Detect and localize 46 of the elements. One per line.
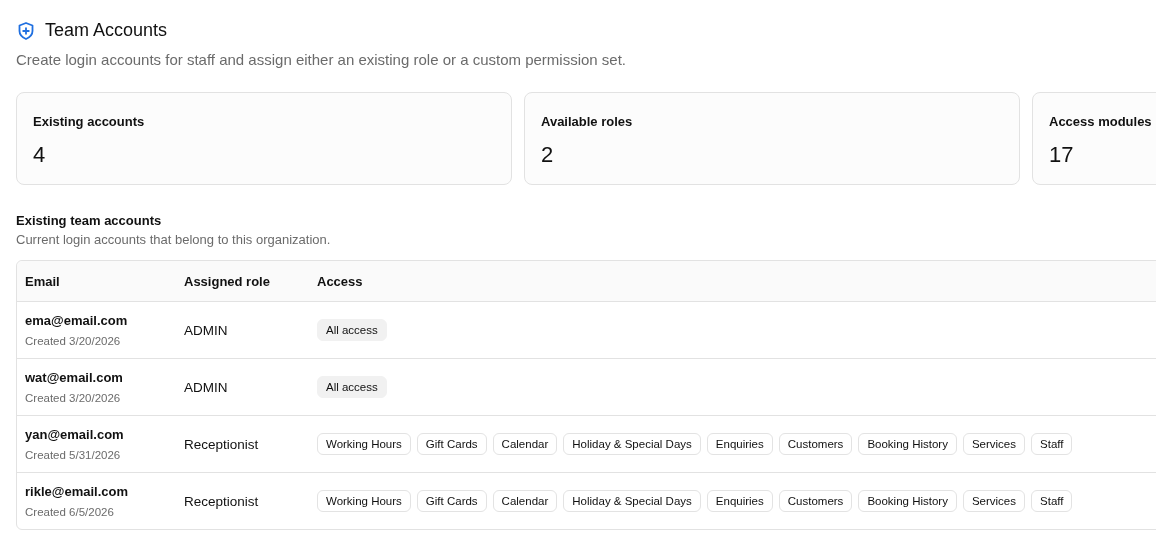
module-tag: Services [962, 433, 1026, 455]
role-name: Receptionist [184, 437, 259, 452]
section-subtitle: Current login accounts that belong to this organization. [16, 232, 331, 247]
module-tag: Gift Cards [416, 433, 487, 455]
column-header: Access [317, 274, 363, 289]
module-tag: Staff [1031, 433, 1073, 455]
created-date: Created 5/31/2026 [25, 449, 121, 461]
created-date: Created 3/20/2026 [25, 335, 121, 347]
created-date: Created 3/20/2026 [25, 392, 121, 404]
page-subtitle: Create login accounts for staff and assign either an existing role or a custom permission set. [16, 51, 627, 68]
stat-label: Existing accounts [33, 114, 145, 129]
module-tag: Calendar [492, 433, 558, 455]
column-header: Email [25, 274, 60, 289]
module-tag: Calendar [492, 490, 558, 512]
module-tag: Working Hours [317, 433, 411, 455]
stat-value: 4 [33, 142, 46, 168]
module-tag: Working Hours [317, 490, 411, 512]
module-tag: Booking History [858, 433, 957, 455]
role-name: ADMIN [184, 380, 228, 395]
role-name: Receptionist [184, 494, 259, 509]
stat-label: Access modules [1049, 114, 1152, 129]
module-tag: Enquiries [706, 433, 773, 455]
module-tag: Holiday & Special Days [563, 433, 701, 455]
module-tag: Staff [1031, 490, 1073, 512]
module-tag: Customers [778, 433, 853, 455]
module-tag: Customers [778, 490, 853, 512]
page-title: Team Accounts [45, 20, 168, 41]
stat-label: Available roles [541, 114, 633, 129]
account-email: ema@email.com [25, 313, 128, 328]
stat-value: 2 [541, 142, 554, 168]
created-date: Created 6/5/2026 [25, 506, 114, 518]
module-tag: Enquiries [706, 490, 773, 512]
module-tag: Booking History [858, 490, 957, 512]
section-title: Existing team accounts [16, 213, 162, 228]
role-name: ADMIN [184, 323, 228, 338]
module-tag: Services [962, 490, 1026, 512]
module-tag: Gift Cards [416, 490, 487, 512]
account-email: rikle@email.com [25, 484, 128, 499]
column-header: Assigned role [184, 274, 270, 289]
shield-plus-icon [16, 20, 36, 41]
module-tag: Holiday & Special Days [563, 490, 701, 512]
stat-value: 17 [1049, 142, 1074, 168]
account-email: yan@email.com [25, 427, 124, 442]
all-access-badge: All access [317, 319, 387, 341]
all-access-badge: All access [317, 376, 387, 398]
account-email: wat@email.com [25, 370, 123, 385]
